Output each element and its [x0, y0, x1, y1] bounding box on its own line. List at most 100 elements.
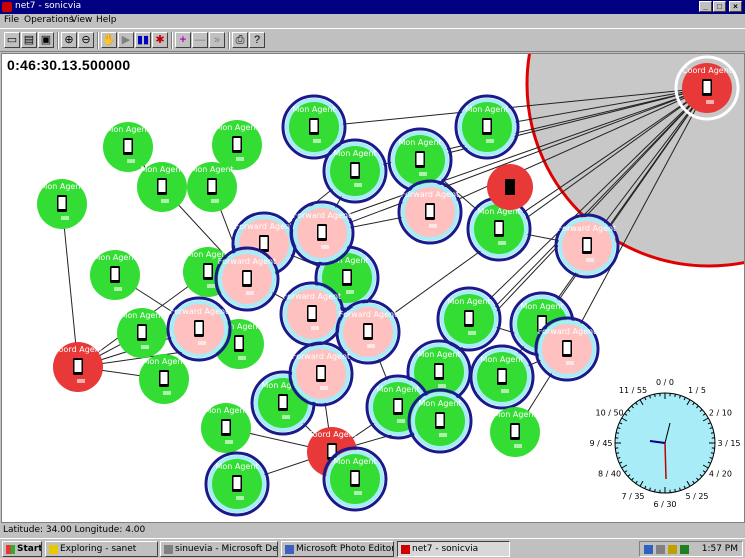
device-screen — [436, 414, 444, 426]
task-label: Microsoft Photo Editor — [296, 544, 394, 554]
save-icon[interactable]: ▣ — [38, 32, 54, 48]
agent-label: Forward Agent — [401, 190, 459, 199]
forward-icon[interactable]: » — [209, 32, 225, 48]
device-screen — [351, 472, 359, 484]
id-tag — [236, 157, 244, 161]
forward-agent-node[interactable]: Forward Agent — [289, 200, 355, 266]
close-button[interactable]: × — [729, 1, 742, 12]
menu-view[interactable]: View — [71, 15, 92, 25]
minimize-button[interactable]: _ — [699, 1, 712, 12]
toolbar-separator — [97, 32, 99, 49]
zoom-out-icon[interactable]: ⊖ — [78, 32, 94, 48]
network-graph[interactable]: Coord Agent Coord Agent Coord Agent Mon Age… — [2, 54, 745, 523]
help-icon[interactable]: ? — [249, 32, 265, 48]
device-screen — [208, 180, 216, 192]
agent-label: Mon Agent — [292, 105, 335, 114]
remove-icon[interactable]: — — [192, 32, 208, 48]
mon-agent-node[interactable]: Mon Agent — [201, 403, 251, 453]
id-tag — [439, 433, 447, 437]
mon-agent-node[interactable]: Mon Agent — [322, 446, 388, 512]
tray-clock[interactable]: 1:57 PM — [702, 544, 738, 554]
forward-agent-node[interactable]: Forward Agent — [166, 296, 232, 362]
zoom-in-icon[interactable]: ⊕ — [61, 32, 77, 48]
bug-icon[interactable]: ✱ — [152, 32, 168, 48]
agent-label: Forward Agent — [558, 224, 616, 233]
device-screen — [138, 326, 146, 338]
device-screen — [495, 222, 503, 234]
mon-agent-node[interactable]: Mon Agent — [407, 388, 473, 454]
mon-agent-node[interactable]: Mon Agent — [187, 162, 237, 212]
mon-agent-node[interactable]: Mon Agent — [204, 451, 270, 517]
task-net7[interactable]: net7 - sonicvia — [397, 541, 510, 557]
device-screen — [351, 164, 359, 176]
agent-label: Forward Agent — [218, 257, 276, 266]
forward-agent-node[interactable]: Forward Agent — [214, 246, 280, 312]
menu-operations[interactable]: Operations — [24, 15, 73, 25]
device-screen — [111, 268, 119, 280]
mon-agent-node[interactable]: Mon Agent — [490, 407, 540, 457]
mon-agent-node[interactable]: Mon Agent — [37, 179, 87, 229]
agent-label: Mon Agent — [204, 406, 247, 415]
coord-agent-node[interactable]: Coord Agent — [53, 342, 103, 392]
mon-agent-node[interactable]: Mon Agent — [139, 354, 189, 404]
new-icon[interactable]: ▭ — [4, 32, 20, 48]
clock-tick — [615, 432, 620, 434]
pause-icon[interactable]: ▮▮ — [135, 32, 151, 48]
play-icon[interactable]: ▶ — [118, 32, 134, 48]
agent-label: Forward Agent — [170, 307, 228, 316]
agent-label: Mon Agent — [447, 297, 490, 306]
forward-agent-node[interactable]: Forward Agent — [554, 213, 620, 279]
agent-label: Mon Agent — [106, 125, 149, 134]
id-tag — [566, 361, 574, 365]
clock-label: 9 / 45 — [589, 439, 612, 448]
device-screen — [426, 205, 434, 217]
mon-agent-node[interactable]: Mon Agent — [212, 120, 262, 170]
clock-label: 5 / 25 — [685, 492, 708, 501]
devstudio-icon — [164, 545, 173, 554]
mon-agent-node[interactable]: Mon Agent — [90, 250, 140, 300]
device-screen — [58, 197, 66, 209]
app-icon[interactable] — [2, 2, 12, 12]
coord-agent-node[interactable]: Coord Agent — [674, 55, 740, 121]
id-tag — [706, 100, 714, 104]
device-screen — [235, 337, 243, 349]
clock-label: 3 / 15 — [717, 439, 740, 448]
mon-agent-node[interactable]: Mon Agent — [322, 138, 388, 204]
task-photo-editor[interactable]: Microsoft Photo Editor — [281, 541, 394, 557]
add-icon[interactable]: + — [175, 32, 191, 48]
id-tag — [114, 287, 122, 291]
device-screen — [160, 372, 168, 384]
tray-app-icon[interactable] — [680, 545, 689, 554]
mon-agent-node[interactable]: Mon Agent — [469, 344, 535, 410]
mon-agent-node[interactable]: Mon Agent — [117, 308, 167, 358]
task-devstudio[interactable]: sinuevia - Microsoft Devel... — [160, 541, 278, 557]
step-icon[interactable]: ✋ — [101, 32, 117, 48]
forward-agent-node[interactable]: Forward Agent — [288, 341, 354, 407]
task-exploring[interactable]: Exploring - sanet — [45, 541, 158, 557]
id-tag — [238, 356, 246, 360]
printer-icon[interactable] — [656, 545, 665, 554]
mon-agent-node[interactable]: Mon Agent — [454, 94, 520, 160]
network-canvas[interactable]: Coord Agent Coord Agent Coord Agent Mon Age… — [1, 53, 745, 523]
id-tag — [346, 290, 354, 294]
menu-help[interactable]: Help — [96, 15, 117, 25]
title-bar[interactable]: net7 - sonicvia _ □ × — [0, 0, 745, 14]
coord-agent-node[interactable] — [487, 164, 533, 210]
forward-agent-node[interactable]: Forward Agent — [279, 281, 345, 347]
id-tag — [211, 199, 219, 203]
toolbar-separator — [171, 32, 173, 49]
menu-file[interactable]: File — [4, 15, 19, 25]
start-button[interactable]: Start — [2, 541, 42, 557]
forward-agent-node[interactable]: Forward Agent — [397, 179, 463, 245]
network-icon[interactable] — [644, 545, 653, 554]
device-screen — [124, 140, 132, 152]
volume-icon[interactable] — [668, 545, 677, 554]
maximize-button[interactable]: □ — [713, 1, 726, 12]
id-tag — [514, 444, 522, 448]
open-icon[interactable]: ▤ — [21, 32, 37, 48]
clock-tick — [654, 488, 656, 493]
id-tag — [367, 344, 375, 348]
mon-agent-node[interactable]: Mon Agent — [137, 162, 187, 212]
print-icon[interactable]: ⎙ — [232, 32, 248, 48]
forward-agent-node[interactable]: Forward Agent — [534, 316, 600, 382]
